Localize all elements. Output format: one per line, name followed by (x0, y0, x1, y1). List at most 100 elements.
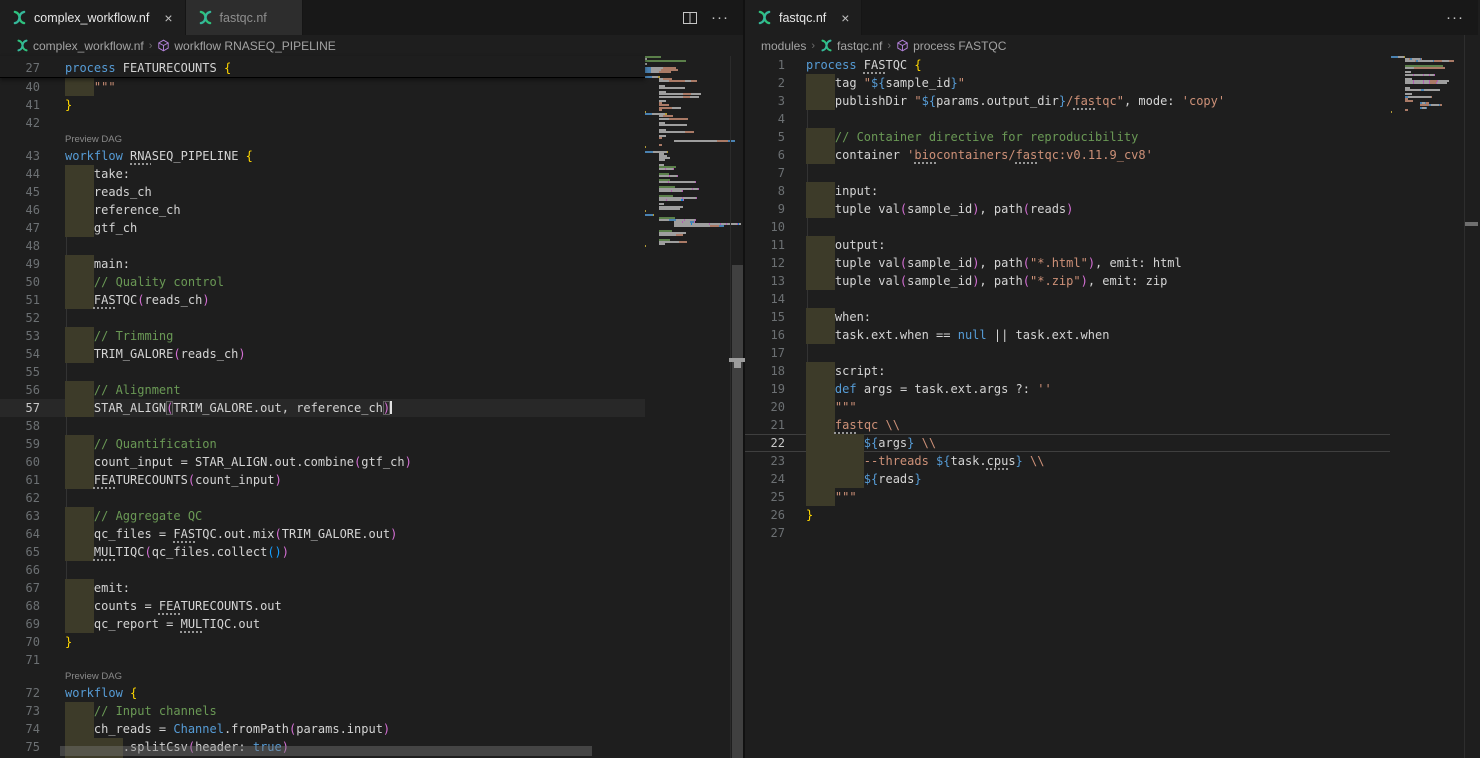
codelens-preview-dag[interactable]: Preview DAG (0, 132, 645, 147)
line-number: 51 (0, 291, 40, 309)
code-line-47[interactable]: 47 gtf_ch (0, 219, 645, 237)
code-line-73[interactable]: 73 // Input channels (0, 702, 645, 720)
code-line-55[interactable]: 55 (0, 363, 645, 381)
horizontal-scrollbar-left[interactable] (60, 746, 592, 756)
code-line-60[interactable]: 60 count_input = STAR_ALIGN.out.combine(… (0, 453, 645, 471)
close-icon[interactable]: × (164, 11, 172, 25)
code-line-62[interactable]: 62 (0, 489, 645, 507)
code-line-27[interactable]: 27 (745, 524, 1390, 542)
more-actions-icon[interactable]: ··· (1446, 9, 1464, 26)
codelens-preview-dag[interactable]: Preview DAG (0, 669, 645, 684)
code-line-41[interactable]: 41} (0, 96, 645, 114)
code-line-26[interactable]: 26} (745, 506, 1390, 524)
breadcrumb-symbol[interactable]: workflow RNASEQ_PIPELINE (157, 39, 335, 53)
code-line-22[interactable]: 22 ${args} \\ (745, 434, 1390, 452)
code-line-50[interactable]: 50 // Quality control (0, 273, 645, 291)
scrollbar-thumb[interactable] (732, 265, 744, 758)
indent-guide (66, 309, 67, 327)
code-line-53[interactable]: 53 // Trimming (0, 327, 645, 345)
code-line-40[interactable]: 40 """ (0, 78, 645, 96)
code-line-10[interactable]: 10 (745, 218, 1390, 236)
code-line-71[interactable]: 71 (0, 651, 645, 669)
code-line-48[interactable]: 48 (0, 237, 645, 255)
code-line-16[interactable]: 16 task.ext.when == null || task.ext.whe… (745, 326, 1390, 344)
split-editor-icon[interactable] (683, 12, 697, 24)
code-line-19[interactable]: 19 def args = task.ext.args ?: '' (745, 380, 1390, 398)
code-text: gtf_ch (65, 219, 137, 237)
code-line-23[interactable]: 23 --threads ${task.cpus} \\ (745, 452, 1390, 470)
code-line-14[interactable]: 14 (745, 290, 1390, 308)
code-line-44[interactable]: 44 take: (0, 165, 645, 183)
code-line-43[interactable]: 43workflow RNASEQ_PIPELINE { (0, 147, 645, 165)
code-line-12[interactable]: 12 tuple val(sample_id), path("*.html"),… (745, 254, 1390, 272)
tab-fastqc-left[interactable]: fastqc.nf × (186, 0, 303, 35)
line-number: 68 (0, 597, 40, 615)
code-line-51[interactable]: 51 FASTQC(reads_ch) (0, 291, 645, 309)
more-actions-icon[interactable]: ··· (711, 9, 729, 26)
minimap-right[interactable] (1391, 56, 1463, 758)
code-line-8[interactable]: 8 input: (745, 182, 1390, 200)
vertical-scrollbar-left[interactable] (730, 56, 744, 758)
code-line-57[interactable]: 57 STAR_ALIGN(TRIM_GALORE.out, reference… (0, 399, 645, 417)
code-text: """ (65, 78, 116, 96)
breadcrumb-symbol[interactable]: process FASTQC (896, 39, 1006, 53)
code-line-17[interactable]: 17 (745, 344, 1390, 362)
indent-guide (807, 290, 808, 308)
code-line-21[interactable]: 21 fastqc \\ (745, 416, 1390, 434)
code-line-20[interactable]: 20 """ (745, 398, 1390, 416)
code-line-42[interactable]: 42 (0, 114, 645, 132)
close-icon[interactable]: × (841, 11, 849, 25)
breadcrumb-folder[interactable]: modules (761, 39, 806, 53)
code-line-52[interactable]: 52 (0, 309, 645, 327)
code-line-64[interactable]: 64 qc_files = FASTQC.out.mix(TRIM_GALORE… (0, 525, 645, 543)
code-line-5[interactable]: 5 // Container directive for reproducibi… (745, 128, 1390, 146)
tab-label: fastqc.nf (220, 11, 267, 25)
code-line-4[interactable]: 4 (745, 110, 1390, 128)
code-line-58[interactable]: 58 (0, 417, 645, 435)
code-text: def args = task.ext.args ?: '' (806, 380, 1052, 398)
tab-fastqc-right[interactable]: fastqc.nf × (745, 0, 862, 35)
code-line-15[interactable]: 15 when: (745, 308, 1390, 326)
code-line-70[interactable]: 70} (0, 633, 645, 651)
code-line-46[interactable]: 46 reference_ch (0, 201, 645, 219)
line-number: 20 (745, 398, 785, 416)
minimap-line (659, 107, 681, 109)
code-editor-left[interactable]: 27process FEATURECOUNTS { 40 """41}42Pre… (0, 56, 743, 758)
code-line-18[interactable]: 18 script: (745, 362, 1390, 380)
code-line-74[interactable]: 74 ch_reads = Channel.fromPath(params.in… (0, 720, 645, 738)
code-line-25[interactable]: 25 """ (745, 488, 1390, 506)
code-text: publishDir "${params.output_dir}/fastqc"… (806, 92, 1225, 110)
code-line-24[interactable]: 24 ${reads} (745, 470, 1390, 488)
minimap-line (645, 60, 686, 62)
code-line-69[interactable]: 69 qc_report = MULTIQC.out (0, 615, 645, 633)
code-line-7[interactable]: 7 (745, 164, 1390, 182)
code-line-13[interactable]: 13 tuple val(sample_id), path("*.zip"), … (745, 272, 1390, 290)
code-line-72[interactable]: 72workflow { (0, 684, 645, 702)
line-number: 18 (745, 362, 785, 380)
code-editor-right[interactable]: 1process FASTQC {2 tag "${sample_id}"3 p… (745, 56, 1478, 758)
code-line-3[interactable]: 3 publishDir "${params.output_dir}/fastq… (745, 92, 1390, 110)
sticky-scroll-line[interactable]: 27process FEATURECOUNTS { (0, 56, 645, 78)
code-line-66[interactable]: 66 (0, 561, 645, 579)
code-line-9[interactable]: 9 tuple val(sample_id), path(reads) (745, 200, 1390, 218)
code-line-65[interactable]: 65 MULTIQC(qc_files.collect()) (0, 543, 645, 561)
code-line-11[interactable]: 11 output: (745, 236, 1390, 254)
code-line-63[interactable]: 63 // Aggregate QC (0, 507, 645, 525)
code-line-68[interactable]: 68 counts = FEATURECOUNTS.out (0, 597, 645, 615)
breadcrumb-file[interactable]: complex_workflow.nf (16, 39, 144, 53)
code-line-67[interactable]: 67 emit: (0, 579, 645, 597)
tab-complex-workflow[interactable]: complex_workflow.nf × (0, 0, 186, 35)
code-text: workflow RNASEQ_PIPELINE { (65, 147, 253, 165)
code-line-1[interactable]: 1process FASTQC { (745, 56, 1390, 74)
code-line-6[interactable]: 6 container 'biocontainers/fastqc:v0.11.… (745, 146, 1390, 164)
code-line-61[interactable]: 61 FEATURECOUNTS(count_input) (0, 471, 645, 489)
code-line-45[interactable]: 45 reads_ch (0, 183, 645, 201)
code-line-59[interactable]: 59 // Quantification (0, 435, 645, 453)
code-text: ${reads} (806, 470, 922, 488)
code-line-2[interactable]: 2 tag "${sample_id}" (745, 74, 1390, 92)
code-line-49[interactable]: 49 main: (0, 255, 645, 273)
code-line-54[interactable]: 54 TRIM_GALORE(reads_ch) (0, 345, 645, 363)
code-line-56[interactable]: 56 // Alignment (0, 381, 645, 399)
minimap-left[interactable] (645, 56, 729, 758)
breadcrumb-file[interactable]: fastqc.nf (820, 39, 882, 53)
